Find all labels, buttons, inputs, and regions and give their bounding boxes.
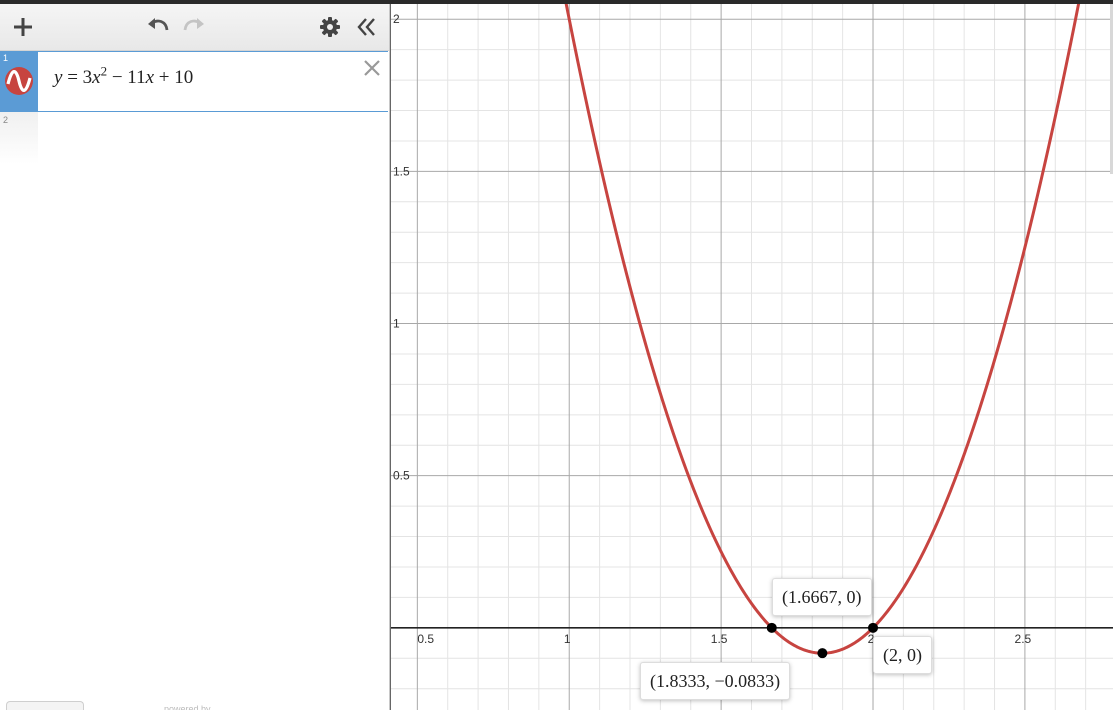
x-tick-label: 1 [564,632,571,646]
point-label-x-intercept-1: (1.6667, 0) [772,578,872,616]
expression-latex: y = 3x2 − 11x + 10 [54,64,194,89]
graph-wave-icon[interactable] [4,66,34,96]
expression-tab[interactable]: 1 [0,52,38,111]
undo-button[interactable] [142,11,174,43]
plus-icon [14,18,32,36]
redo-icon [183,18,204,31]
gear-icon [320,17,340,37]
graph-point[interactable] [766,622,777,633]
point-label-x-intercept-2: (2, 0) [873,636,932,674]
undo-icon [148,18,169,31]
graph-point[interactable] [817,648,828,659]
point-label-text: (1.6667, 0) [782,587,862,607]
y-tick-label: 2 [393,12,400,26]
expression-formula[interactable]: y = 3x2 − 11x + 10 [54,64,193,89]
settings-button[interactable] [314,11,346,43]
graph-canvas[interactable]: 0.5 1 1.5 2 2.50.511.52 [390,4,1113,710]
y-tick-label: 0.5 [393,469,410,483]
double-chevron-left-icon [357,18,375,36]
add-expression-button[interactable] [7,11,39,43]
expression-index: 2 [3,115,9,125]
x-tick-label: 2.5 [1015,632,1032,646]
y-tick-label: 1 [393,317,400,331]
expression-toolbar [0,4,389,51]
expression-panel: 1 y = 3x2 − 11x + 10 2 powered by [0,4,390,710]
point-label-text: (1.8333, −0.0833) [650,671,781,691]
point-label-text: (2, 0) [883,645,922,665]
x-tick-label: 0.5 [417,632,434,646]
x-tick-label: 1.5 [711,632,728,646]
powered-by-label: powered by [164,704,211,710]
graph-paper[interactable]: 0.5 1 1.5 2 2.5 0.5 1 1.5 2 [390,4,1113,710]
expression-index: 1 [3,53,9,63]
point-label-vertex: (1.8333, −0.0833) [640,662,791,700]
y-tick-label: 1.5 [393,164,410,178]
bottom-panel-button[interactable] [6,701,84,710]
graph-point[interactable] [868,622,879,633]
expression-item[interactable]: 1 y = 3x2 − 11x + 10 [0,51,388,112]
close-icon[interactable] [362,58,382,78]
collapse-panel-button[interactable] [350,11,382,43]
expression-item-empty[interactable]: 2 [0,112,38,164]
redo-button[interactable] [178,11,210,43]
